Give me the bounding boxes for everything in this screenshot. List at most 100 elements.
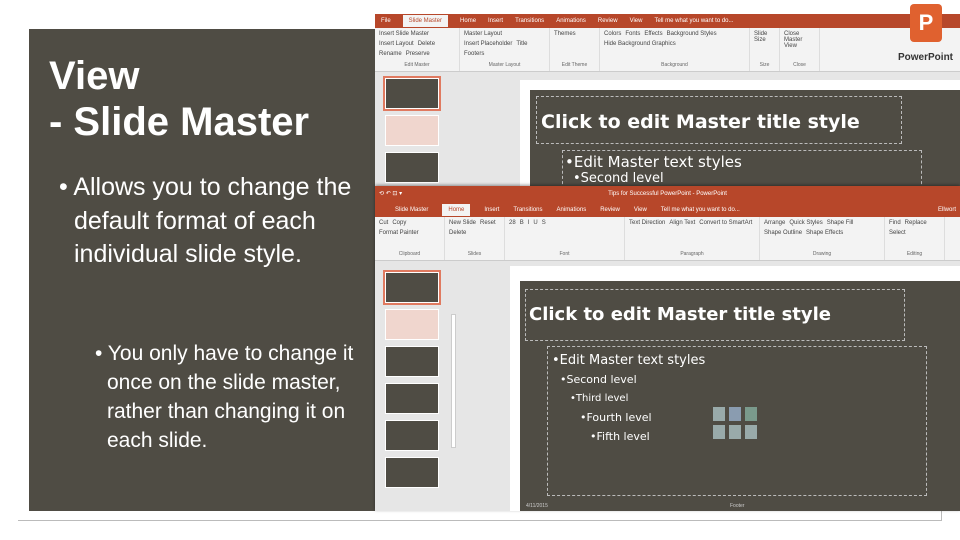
window-title: Tips for Successful PowerPoint - PowerPo… — [608, 191, 727, 197]
ribbon-button[interactable]: U — [533, 220, 537, 226]
ribbon-button[interactable]: Shape Fill — [827, 220, 854, 226]
ribbon-button[interactable]: Copy — [392, 220, 406, 226]
tab-slide-master[interactable]: Slide Master — [395, 207, 428, 213]
ribbon-button[interactable]: Delete — [449, 230, 466, 236]
tab-animations[interactable]: Animations — [557, 207, 587, 213]
ribbon-button[interactable]: Insert Layout — [379, 41, 414, 47]
ribbon-tabs: File Slide Master Home Insert Transition… — [375, 14, 960, 28]
ribbon-button[interactable]: Format Painter — [379, 230, 419, 236]
picture-icon[interactable] — [713, 425, 725, 439]
thumbnail[interactable] — [385, 346, 439, 377]
bullet-level-2: • You only have to change it once on the… — [95, 342, 354, 452]
tab-view[interactable]: View — [630, 18, 643, 24]
thumbnail[interactable] — [383, 76, 441, 111]
ribbon: Cut Copy Format Painter Clipboard New Slide R… — [375, 217, 960, 261]
slide-canvas: Click to edit Master title style •Edit M… — [510, 266, 960, 511]
ribbon-group-label: Paragraph — [680, 251, 704, 257]
ribbon-button[interactable]: Find — [889, 220, 901, 226]
tab-home[interactable]: Home — [442, 204, 471, 216]
thumbnail-scrollbar[interactable] — [451, 314, 456, 448]
ribbon-button[interactable]: Align Text — [669, 220, 695, 226]
thumbnail[interactable] — [385, 383, 439, 414]
ribbon-button[interactable]: Cut — [379, 220, 388, 226]
thumbnail[interactable] — [385, 309, 439, 340]
ribbon-button[interactable]: Delete — [418, 41, 435, 47]
ribbon-group: Themes Edit Theme — [550, 28, 600, 71]
ribbon-button[interactable]: Close Master View — [784, 31, 815, 49]
thumbnail[interactable] — [385, 420, 439, 451]
tab-review[interactable]: Review — [598, 18, 618, 24]
ribbon-button[interactable]: Fonts — [625, 31, 640, 37]
quick-access-toolbar[interactable]: ⟲ ↶ ⊡ ▾ — [379, 186, 402, 203]
tell-me-box[interactable]: Tell me what you want to do... — [661, 207, 740, 213]
table-icon[interactable] — [713, 407, 725, 421]
home-tab-screenshot: ⟲ ↶ ⊡ ▾ Tips for Successful PowerPoint - … — [375, 186, 960, 511]
ribbon-button[interactable]: Shape Effects — [806, 230, 843, 236]
ribbon-button[interactable]: Footers — [464, 51, 484, 57]
ribbon-button[interactable]: Insert Placeholder — [464, 41, 512, 47]
slide-canvas: Click to edit Master title style •Edit M… — [520, 80, 960, 190]
chart-icon[interactable] — [729, 407, 741, 421]
thumbnail[interactable] — [385, 115, 439, 146]
ribbon-button[interactable]: Preserve — [406, 51, 430, 57]
ribbon-button[interactable]: New Slide — [449, 220, 476, 226]
ribbon-group: Close Master View Close — [780, 28, 820, 71]
ribbon-group-label: Edit Master — [404, 62, 430, 68]
ribbon-button[interactable]: S — [542, 220, 546, 226]
ribbon-group-label: Drawing — [812, 251, 832, 257]
tell-me-box[interactable]: Tell me what you want to do... — [654, 18, 733, 24]
tab-animations[interactable]: Animations — [556, 18, 586, 24]
ribbon-button[interactable]: Reset — [480, 220, 496, 226]
ribbon-button[interactable]: Hide Background Graphics — [604, 41, 676, 47]
ribbon-button[interactable]: Master Layout — [464, 31, 502, 37]
smartart-icon[interactable] — [745, 407, 757, 421]
tab-view[interactable]: View — [634, 207, 647, 213]
ribbon-button[interactable]: Insert Slide Master — [379, 31, 429, 37]
thumbnail[interactable] — [385, 457, 439, 488]
ribbon-group-label: Font — [559, 251, 570, 257]
ribbon-button[interactable]: Themes — [554, 31, 576, 37]
text-placeholder[interactable]: •Edit Master text styles •Second level — [562, 150, 922, 190]
tab-file[interactable]: File — [381, 18, 391, 24]
text-placeholder[interactable]: •Edit Master text styles •Second level •… — [547, 346, 927, 496]
ribbon-button[interactable]: Text Direction — [629, 220, 665, 226]
ribbon-group: Slide Size Size — [750, 28, 780, 71]
ribbon-group-label: Background — [661, 62, 688, 68]
bullet-level-1: • Allows you to change the default forma… — [59, 173, 352, 268]
ribbon-group-label: Editing — [906, 251, 923, 257]
tab-transitions[interactable]: Transitions — [515, 18, 544, 24]
ribbon-button[interactable]: B — [520, 220, 524, 226]
tab-insert[interactable]: Insert — [484, 207, 499, 213]
tab-insert[interactable]: Insert — [488, 18, 503, 24]
ribbon-button[interactable]: Arrange — [764, 220, 785, 226]
thumbnail[interactable] — [383, 270, 441, 305]
ribbon-button[interactable]: Shape Outline — [764, 230, 802, 236]
online-picture-icon[interactable] — [729, 425, 741, 439]
content-insert-icons[interactable] — [713, 407, 763, 439]
ribbon-button[interactable]: Effects — [644, 31, 662, 37]
ribbon-button[interactable]: Slide Size — [754, 31, 775, 43]
ribbon-button[interactable]: Colors — [604, 31, 621, 37]
ribbon-group-label: Size — [759, 62, 770, 68]
title-placeholder[interactable]: Click to edit Master title style — [536, 96, 902, 144]
title-placeholder[interactable]: Click to edit Master title style — [525, 289, 905, 341]
slide-title: View - Slide Master — [49, 53, 309, 145]
ribbon-button[interactable]: 28 — [509, 220, 516, 226]
ribbon-button[interactable]: Replace — [905, 220, 927, 226]
ribbon-button[interactable]: Select — [889, 230, 906, 236]
ribbon-button[interactable]: Convert to SmartArt — [699, 220, 752, 226]
ribbon-button[interactable]: Title — [516, 41, 527, 47]
tab-review[interactable]: Review — [600, 207, 620, 213]
user-name[interactable]: Ellwort — [938, 207, 956, 213]
thumbnail[interactable] — [385, 152, 439, 183]
tab-slide-master[interactable]: Slide Master — [402, 15, 449, 27]
tab-home[interactable]: Home — [460, 18, 476, 24]
master-slide: Click to edit Master title style •Edit M… — [520, 281, 960, 511]
ribbon-group: Insert Slide Master Insert Layout Delete Re… — [375, 28, 460, 71]
ribbon-button[interactable]: Background Styles — [667, 31, 717, 37]
ribbon-button[interactable]: Rename — [379, 51, 402, 57]
video-icon[interactable] — [745, 425, 757, 439]
ribbon-button[interactable]: Quick Styles — [789, 220, 822, 226]
ribbon-button[interactable]: I — [528, 220, 530, 226]
tab-transitions[interactable]: Transitions — [513, 207, 542, 213]
